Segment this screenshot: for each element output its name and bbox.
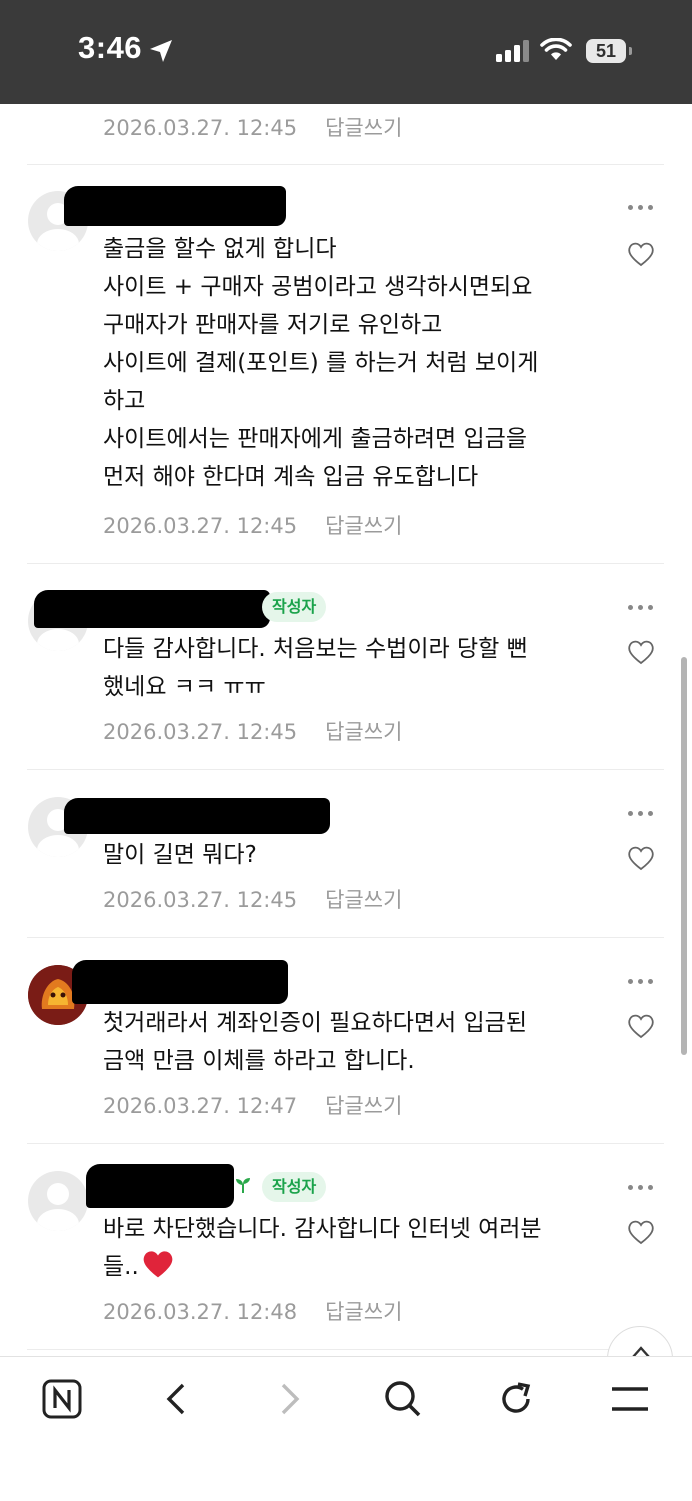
divider bbox=[27, 563, 664, 564]
back-icon bbox=[166, 1383, 185, 1415]
status-time: 3:46 bbox=[78, 30, 143, 65]
heart-icon[interactable] bbox=[627, 241, 655, 267]
sprout-icon bbox=[236, 1178, 250, 1193]
naver-home-icon bbox=[42, 1379, 82, 1419]
forward-button[interactable] bbox=[260, 1379, 320, 1419]
refresh-button[interactable] bbox=[486, 1379, 546, 1419]
forward-icon bbox=[281, 1383, 300, 1415]
comment-meta: 2026.03.27. 12:45 답글쓰기 bbox=[103, 716, 402, 746]
status-bar: 3:46 51 bbox=[0, 0, 692, 104]
comment-meta: 2026.03.27. 12:47 답글쓰기 bbox=[103, 1090, 402, 1120]
comment-meta: 2026.03.27. 12:45 답글쓰기 bbox=[103, 884, 402, 914]
comment-meta: 2026.03.27. 12:48 답글쓰기 bbox=[103, 1296, 402, 1326]
divider bbox=[27, 1349, 664, 1350]
heart-icon[interactable] bbox=[627, 1219, 655, 1245]
search-icon bbox=[385, 1381, 421, 1417]
refresh-icon bbox=[502, 1382, 531, 1413]
reply-link[interactable]: 답글쓰기 bbox=[325, 720, 402, 744]
comment-date: 2026.03.27. 12:45 bbox=[103, 888, 298, 912]
avatar[interactable] bbox=[28, 1171, 88, 1231]
redacted-nickname bbox=[34, 590, 270, 628]
red-heart-emoji-icon bbox=[143, 1251, 173, 1278]
comment-meta: 2026.03.27. 12:45 답글쓰기 bbox=[103, 510, 402, 540]
divider bbox=[27, 1143, 664, 1144]
redacted-nickname bbox=[64, 186, 286, 226]
divider bbox=[27, 164, 664, 165]
more-options-icon[interactable] bbox=[628, 204, 654, 212]
naver-home-button[interactable] bbox=[32, 1379, 92, 1419]
more-options-icon[interactable] bbox=[628, 978, 654, 986]
comment-text: 바로 차단했습니다. 감사합니다 인터넷 여러분 들.. bbox=[103, 1216, 542, 1280]
reply-link[interactable]: 답글쓰기 bbox=[325, 1300, 402, 1324]
comment-date: 2026.03.27. 12:45 bbox=[103, 116, 298, 140]
comment-date: 2026.03.27. 12:48 bbox=[103, 1300, 298, 1324]
menu-icon bbox=[612, 1387, 648, 1411]
heart-icon[interactable] bbox=[627, 639, 655, 665]
comment-list: 2026.03.27. 12:45 답글쓰기 출금을 할수 없게 합니다 사이트 … bbox=[0, 104, 692, 1356]
reply-link[interactable]: 답글쓰기 bbox=[325, 1094, 402, 1118]
reply-link[interactable]: 답글쓰기 bbox=[325, 888, 402, 912]
heart-icon[interactable] bbox=[627, 845, 655, 871]
battery-indicator: 51 bbox=[586, 39, 626, 63]
comment-text: 출금을 할수 없게 합니다 사이트 + 구매자 공범이라고 생각하시면되요 구매… bbox=[103, 236, 539, 490]
menu-button[interactable] bbox=[600, 1379, 660, 1419]
battery-nub bbox=[629, 47, 632, 55]
comment-date: 2026.03.27. 12:45 bbox=[103, 514, 298, 538]
browser-toolbar bbox=[0, 1356, 692, 1501]
more-options-icon[interactable] bbox=[628, 1184, 654, 1192]
more-options-icon[interactable] bbox=[628, 810, 654, 818]
back-button[interactable] bbox=[146, 1379, 206, 1419]
comment-text: 첫거래라서 계좌인증이 필요하다면서 입금된 금액 만큼 이체를 하라고 합니다… bbox=[103, 1010, 527, 1074]
more-options-icon[interactable] bbox=[628, 604, 654, 612]
wifi-icon bbox=[540, 38, 572, 60]
divider bbox=[27, 769, 664, 770]
divider bbox=[27, 937, 664, 938]
comment-date: 2026.03.27. 12:47 bbox=[103, 1094, 298, 1118]
reply-link[interactable]: 답글쓰기 bbox=[325, 116, 402, 140]
redacted-nickname bbox=[64, 798, 330, 834]
redacted-nickname bbox=[86, 1164, 234, 1208]
scrollbar[interactable] bbox=[681, 657, 687, 1055]
search-button[interactable] bbox=[373, 1379, 433, 1419]
author-badge: 작성자 bbox=[262, 592, 327, 622]
heart-icon[interactable] bbox=[627, 1013, 655, 1039]
cellular-signal-icon bbox=[496, 40, 529, 62]
comment-text: 다들 감사합니다. 처음보는 수법이라 당할 뻔 했네요 ㅋㅋ ㅠㅠ bbox=[103, 636, 528, 700]
reply-link[interactable]: 답글쓰기 bbox=[325, 514, 402, 538]
author-badge: 작성자 bbox=[262, 1172, 327, 1202]
comment-date: 2026.03.27. 12:45 bbox=[103, 720, 298, 744]
comment-meta: 2026.03.27. 12:45 답글쓰기 bbox=[103, 112, 402, 142]
redacted-nickname bbox=[72, 960, 288, 1004]
location-arrow-icon bbox=[150, 40, 172, 62]
comment-text: 말이 길면 뭐다? bbox=[103, 842, 257, 868]
